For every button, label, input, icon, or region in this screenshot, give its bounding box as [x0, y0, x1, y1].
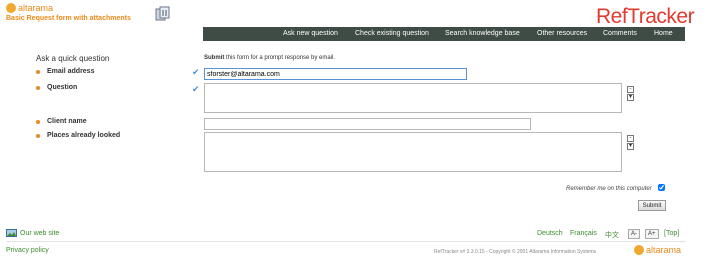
main-nav: Ask new question Check existing question…: [203, 27, 685, 41]
altarama-logo-icon: [6, 3, 16, 13]
footer-brand-name: altarama: [645, 245, 681, 255]
remember-me-checkbox[interactable]: [658, 184, 665, 191]
form-intro: Submit this form for a prompt response b…: [204, 55, 335, 61]
altarama-logo-icon: [634, 245, 644, 255]
text-larger-button[interactable]: A+: [645, 229, 659, 239]
nav-ask-new-question[interactable]: Ask new question: [283, 30, 338, 37]
form-intro-bold: Submit: [204, 55, 225, 61]
client-name-field[interactable]: [204, 118, 531, 130]
copyright-text: RefTracker v# 3.3.0.15 - Copyright © 200…: [434, 249, 597, 255]
places-scroll-up-button[interactable]: -: [627, 135, 634, 142]
required-bullet: [36, 134, 40, 138]
required-bullet: [36, 120, 40, 124]
required-bullet: [36, 86, 40, 90]
form-title: Basic Request form with attachments: [6, 15, 131, 22]
lang-chinese-link[interactable]: 中文: [605, 230, 619, 240]
submit-button[interactable]: Submit: [638, 200, 666, 211]
nav-other-resources[interactable]: Other resources: [537, 30, 587, 37]
question-scroll-down-button[interactable]: ▾: [627, 94, 634, 101]
question-label: Question: [47, 84, 78, 91]
form-heading: Ask a quick question: [36, 54, 110, 63]
product-logo: RefTracker: [596, 5, 695, 28]
email-field[interactable]: [204, 68, 467, 80]
nav-check-existing-question[interactable]: Check existing question: [355, 30, 429, 37]
question-valid-check-icon: ✔: [192, 84, 200, 94]
nav-home[interactable]: Home: [654, 30, 673, 37]
top-link[interactable]: [Top]: [664, 230, 679, 237]
brand-name: altarama: [17, 3, 53, 13]
footer-brand: altarama: [634, 245, 681, 255]
web-site-icon: [6, 229, 17, 237]
nav-search-knowledge-base[interactable]: Search knowledge base: [445, 30, 520, 37]
footer-divider: [6, 241, 686, 242]
our-web-site-link[interactable]: Our web site: [20, 230, 59, 237]
email-valid-check-icon: ✔: [192, 67, 200, 77]
text-smaller-button[interactable]: A-: [628, 229, 640, 239]
attachment-form-icon: [155, 6, 170, 21]
places-scroll-down-button[interactable]: ▾: [627, 143, 634, 150]
email-label: Email address: [47, 68, 95, 75]
client-name-label: Client name: [47, 118, 87, 125]
remember-me-label: Remember me on this computer: [566, 186, 652, 192]
privacy-policy-link[interactable]: Privacy policy: [6, 247, 49, 254]
nav-comments[interactable]: Comments: [603, 30, 637, 37]
form-intro-text: this form for a prompt response by email…: [224, 55, 336, 61]
question-scroll-up-button[interactable]: -: [627, 86, 634, 93]
brand-logo: altarama: [6, 3, 53, 13]
lang-francais-link[interactable]: Français: [570, 230, 597, 237]
places-looked-field[interactable]: [204, 132, 622, 172]
required-bullet: [36, 70, 40, 74]
lang-deutsch-link[interactable]: Deutsch: [537, 230, 563, 237]
places-looked-label: Places already looked: [47, 132, 121, 139]
question-field[interactable]: [204, 83, 622, 113]
